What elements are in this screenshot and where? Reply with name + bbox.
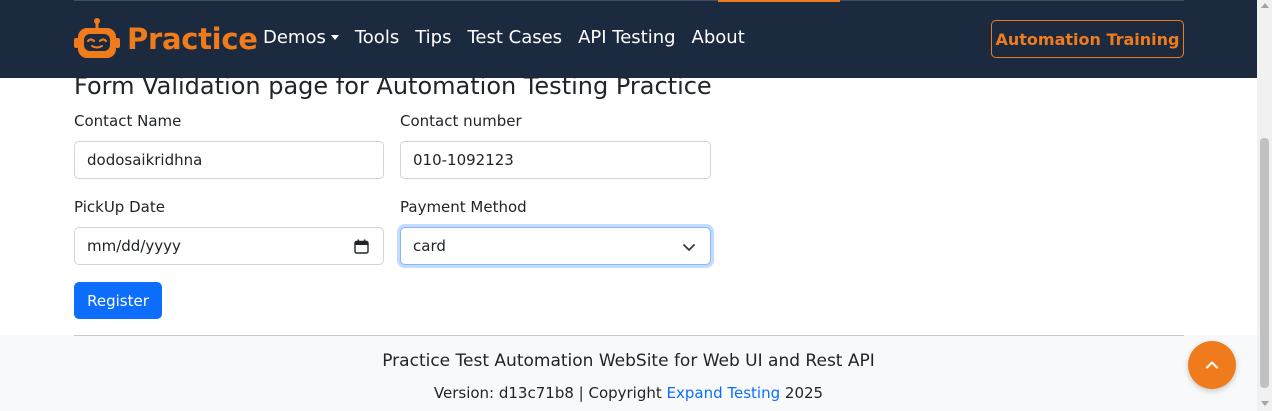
page-scrollbar[interactable] xyxy=(1257,0,1272,411)
scrollbar-thumb[interactable] xyxy=(1260,138,1269,388)
nav-item-test-cases[interactable]: Test Cases xyxy=(467,27,562,48)
footer-tagline: Practice Test Automation WebSite for Web… xyxy=(382,351,875,371)
footer-divider xyxy=(74,335,1184,336)
nav-item-api-testing[interactable]: API Testing xyxy=(578,27,675,48)
payment-method-value: card xyxy=(413,237,446,255)
footer-year: 2025 xyxy=(780,384,824,402)
scroll-down-arrow-icon[interactable] xyxy=(1261,401,1269,406)
pickup-date-label: PickUp Date xyxy=(74,198,165,216)
nav-item-demos-label: Demos xyxy=(263,27,326,48)
robot-logo-icon xyxy=(74,18,120,58)
automation-training-button[interactable]: Automation Training xyxy=(991,20,1184,58)
dropdown-caret-icon xyxy=(330,35,339,40)
contact-name-input[interactable]: dodosaikridhna xyxy=(74,141,384,179)
nav-item-tips[interactable]: Tips xyxy=(415,27,451,48)
payment-method-label: Payment Method xyxy=(400,198,527,216)
nav-item-tools[interactable]: Tools xyxy=(355,27,399,48)
brand-logo-link[interactable]: Practice xyxy=(74,16,258,62)
chevron-down-icon xyxy=(683,244,695,251)
payment-method-select[interactable]: card xyxy=(400,227,711,265)
contact-number-label: Contact number xyxy=(400,112,522,130)
nav-item-demos[interactable]: Demos xyxy=(263,27,339,48)
footer-version-text: Version: d13c71b8 | Copyright xyxy=(433,384,667,402)
nav-active-indicator xyxy=(718,0,840,2)
contact-number-input[interactable]: 010-1092123 xyxy=(400,141,711,179)
pickup-date-input[interactable]: mm/dd/yyyy xyxy=(74,227,384,265)
navbar: Practice Demos Tools Tips Test Cases API… xyxy=(0,0,1257,78)
register-button[interactable]: Register xyxy=(74,282,162,319)
nav-item-about[interactable]: About xyxy=(692,27,745,48)
chevron-up-icon xyxy=(1206,361,1218,369)
pickup-date-placeholder: mm/dd/yyyy xyxy=(87,237,181,255)
page-title: Form Validation page for Automation Test… xyxy=(74,72,712,100)
calendar-icon[interactable] xyxy=(354,239,369,254)
scroll-to-top-button[interactable] xyxy=(1188,341,1236,389)
footer-copyright: Version: d13c71b8 | Copyright Expand Tes… xyxy=(0,384,1257,402)
brand-name: Practice xyxy=(127,22,258,56)
nav-menu: Demos Tools Tips Test Cases API Testing … xyxy=(263,27,761,48)
footer: Practice Test Automation WebSite for Web… xyxy=(0,335,1257,411)
navbar-top-divider xyxy=(74,0,1184,1)
scroll-up-arrow-icon[interactable] xyxy=(1261,3,1269,8)
expand-testing-link[interactable]: Expand Testing xyxy=(667,384,781,402)
contact-name-label: Contact Name xyxy=(74,112,182,130)
